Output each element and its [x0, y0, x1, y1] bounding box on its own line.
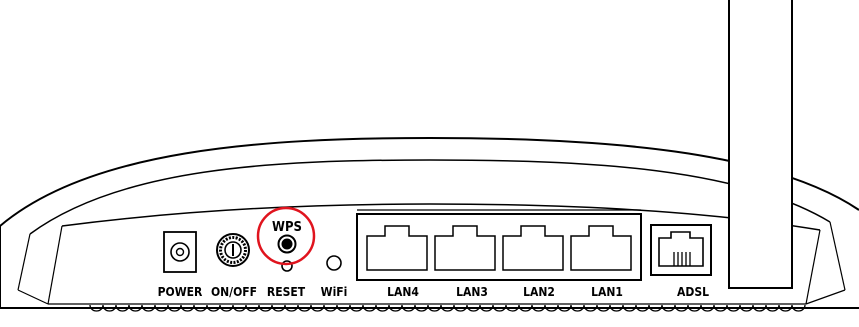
lan4-jack — [366, 225, 428, 271]
adsl-label: ADSL — [677, 285, 709, 299]
adsl-port — [650, 224, 712, 276]
lan4-label: LAN4 — [387, 285, 419, 299]
reset-label: RESET — [267, 285, 306, 299]
lan2-label: LAN2 — [523, 285, 555, 299]
wifi-button — [326, 255, 342, 271]
router-back-panel-diagram: WPS POWER ON/OFF RESET WiFi LAN4 LAN3 LA… — [0, 0, 859, 312]
lan2-jack — [502, 225, 564, 271]
on-off-label: ON/OFF — [211, 285, 257, 299]
wps-button — [277, 234, 297, 254]
lan3-jack — [434, 225, 496, 271]
power-label: POWER — [158, 285, 203, 299]
wifi-label: WiFi — [321, 285, 348, 299]
power-port — [163, 231, 197, 273]
lan1-label: LAN1 — [591, 285, 623, 299]
antenna — [728, 0, 793, 289]
lan3-label: LAN3 — [456, 285, 488, 299]
lan-jacks — [366, 225, 632, 271]
wps-label: WPS — [272, 220, 302, 235]
on-off-switch — [216, 233, 250, 267]
lan1-jack — [570, 225, 632, 271]
